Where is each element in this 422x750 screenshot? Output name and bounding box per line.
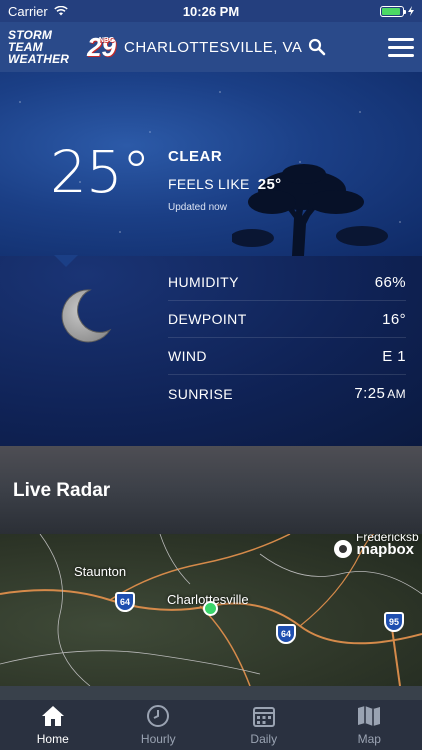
tab-daily[interactable]: Daily <box>211 700 317 750</box>
location-label[interactable]: CHARLOTTESVILLE, VA <box>124 39 302 56</box>
detail-label: SUNRISE <box>168 385 234 402</box>
logo-line2: WEATHER <box>8 52 70 66</box>
detail-row-dewpoint: DEWPOINT 16° <box>168 301 406 338</box>
content-divider <box>0 686 422 700</box>
detail-value: 66% <box>375 274 406 291</box>
tab-label: Map <box>357 732 381 746</box>
detail-value-text: 16° <box>382 310 406 328</box>
details-panel: HUMIDITY 66% DEWPOINT 16° WIND E 1 SUNRISE 7:25… <box>0 255 422 446</box>
detail-label: DEWPOINT <box>168 311 247 327</box>
condition-label: CLEAR <box>168 148 223 165</box>
feels-like-value: 25° <box>257 176 282 193</box>
detail-value-suffix: AM <box>387 387 406 401</box>
current-temperature: 25° <box>50 138 151 206</box>
home-icon <box>40 704 66 728</box>
detail-row-sunrise: SUNRISE 7:25 AM <box>168 375 406 412</box>
detail-row-wind: WIND E 1 <box>168 338 406 375</box>
detail-value: 16° <box>382 311 406 328</box>
tab-hourly[interactable]: Hourly <box>106 700 212 750</box>
highway-shield-icon: 64 <box>276 624 296 644</box>
detail-value: E 1 <box>382 348 406 365</box>
detail-label: WIND <box>168 348 207 364</box>
details-list: HUMIDITY 66% DEWPOINT 16° WIND E 1 SUNRISE 7:25… <box>168 264 406 412</box>
map-label-fredericksburg: Fredericksb <box>356 534 419 544</box>
detail-value-text: 66% <box>374 273 406 291</box>
tab-label: Home <box>36 732 69 746</box>
tab-home[interactable]: Home <box>0 700 106 750</box>
tab-bar: Home Hourly Daily Map <box>0 700 422 750</box>
detail-value: 7:25 AM <box>354 385 406 402</box>
status-bar: Carrier 10:26 PM <box>0 0 422 22</box>
panel-notch <box>54 255 78 267</box>
map-icon <box>356 704 382 728</box>
carrier-label: Carrier <box>8 3 48 19</box>
app-header: STORM TEAM WEATHER 29 NBC CHARLOTTESVILL… <box>0 22 422 72</box>
highway-shield-icon: 95 <box>384 612 404 632</box>
moon-icon <box>61 289 112 343</box>
charging-icon <box>408 4 414 19</box>
logo-line1: STORM TEAM <box>8 28 53 54</box>
wifi-icon <box>54 4 68 19</box>
logo-number: 29 NBC <box>87 34 116 60</box>
detail-value-text: 7:25 <box>354 385 386 402</box>
search-icon[interactable] <box>308 38 326 56</box>
tab-label: Daily <box>250 732 278 746</box>
tab-label: Hourly <box>140 732 176 746</box>
location-pin-icon[interactable] <box>203 601 218 616</box>
detail-label: HUMIDITY <box>168 274 239 290</box>
mapbox-logo-icon <box>334 540 353 558</box>
detail-row-humidity: HUMIDITY 66% <box>168 264 406 301</box>
station-logo[interactable]: STORM TEAM WEATHER 29 NBC <box>8 29 116 65</box>
tab-map[interactable]: Map <box>317 700 422 750</box>
radar-map[interactable]: mapbox Fredericksb Staunton Charlottesvi… <box>0 534 422 686</box>
feels-like-label: FEELS LIKE <box>168 176 250 192</box>
clock-icon <box>145 704 171 728</box>
highway-shield-icon: 64 <box>115 592 135 612</box>
updated-label: Updated now <box>168 202 227 213</box>
calendar-icon <box>251 704 277 728</box>
radar-header[interactable]: Live Radar <box>0 446 422 534</box>
logo-network: NBC <box>98 37 114 44</box>
tree-silhouette <box>232 164 388 256</box>
map-label-staunton: Staunton <box>74 564 127 579</box>
battery-icon <box>380 5 406 17</box>
detail-value-text: E 1 <box>382 347 406 365</box>
radar-title: Live Radar <box>13 480 111 501</box>
menu-icon[interactable] <box>388 37 414 57</box>
feels-like: FEELS LIKE 25° <box>168 176 281 193</box>
current-conditions: 25° CLEAR FEELS LIKE 25° Updated now <box>0 72 422 256</box>
